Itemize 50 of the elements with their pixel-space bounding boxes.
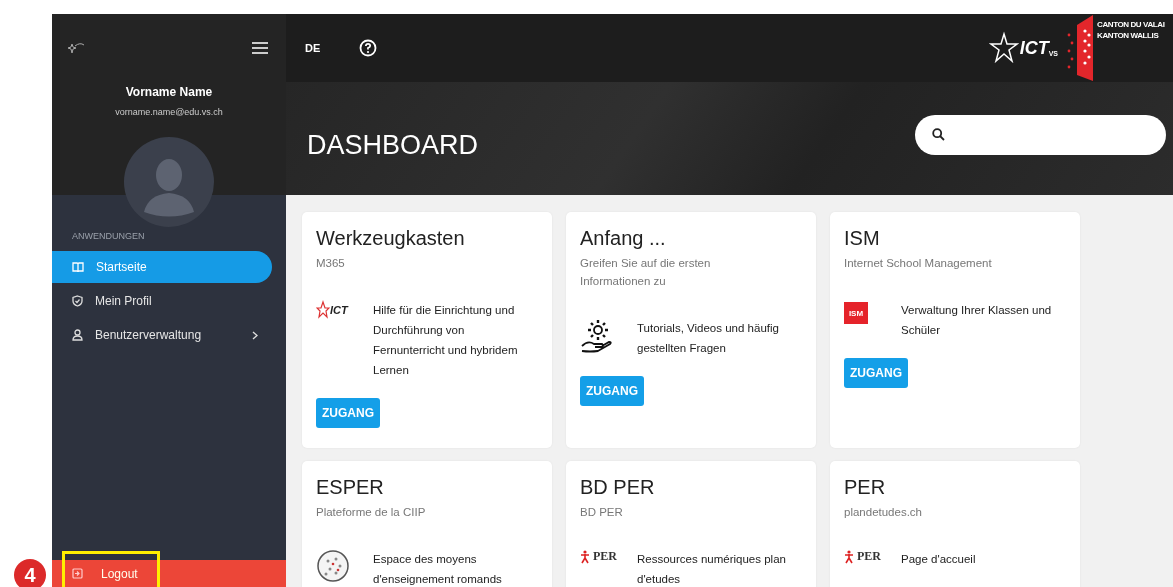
shield-icon xyxy=(72,295,83,307)
card-title: Anfang ... xyxy=(580,227,667,250)
menu-icon[interactable] xyxy=(252,42,268,54)
card-subtitle: Greifen Sie auf die ersten Informationen zu xyxy=(580,256,712,289)
user-email: vorname.name@edu.vs.ch xyxy=(115,107,223,117)
canton-name: KANTON WALLIS xyxy=(1097,30,1160,41)
user-icon xyxy=(72,329,83,341)
card-subtitle: M365 xyxy=(316,256,346,271)
section-label: ANWENDUNGEN xyxy=(71,231,146,241)
esper-logo-icon xyxy=(316,549,350,583)
card-subtitle: Internet School Management xyxy=(844,256,993,271)
logo-icon xyxy=(67,42,85,54)
search-icon xyxy=(932,128,945,141)
card-title: Werkzeugkasten xyxy=(316,227,466,250)
gear-hand-icon xyxy=(580,318,614,354)
avatar-icon xyxy=(124,137,214,227)
card-title: PER xyxy=(844,476,887,499)
user-name: Vorname Name xyxy=(125,85,213,99)
help-icon[interactable] xyxy=(359,39,378,57)
card-description: Ressources numériques plan d'etudes xyxy=(637,552,787,587)
card-description: Page d'accueil xyxy=(901,552,976,567)
ict-logo: ICT xyxy=(316,300,373,320)
logout-icon xyxy=(72,568,83,579)
card-title: ISM xyxy=(844,227,881,250)
card-subtitle: Plateforme de la CIIP xyxy=(316,505,427,520)
card-title: ESPER xyxy=(316,476,385,499)
per-logo: PER xyxy=(844,549,901,564)
logout-button[interactable]: Logout xyxy=(52,560,286,587)
ism-logo: ISM xyxy=(844,302,868,324)
card-subtitle: BD PER xyxy=(580,505,624,520)
nav-item[interactable]: Mein Profil xyxy=(52,285,272,317)
access-button[interactable]: ZUGANG xyxy=(580,376,644,406)
canton-name: CANTON DU VALAI xyxy=(1097,19,1166,30)
search-field[interactable] xyxy=(915,114,1166,155)
card-description: Tutorials, Videos und häufig gestellten Fragen xyxy=(637,321,780,356)
canton-flag-icon xyxy=(1065,15,1095,81)
nav-item[interactable]: Startseite xyxy=(52,251,272,283)
nav-item[interactable]: Benutzerverwaltung xyxy=(52,319,272,351)
access-button[interactable]: ZUGANG xyxy=(844,358,908,388)
card-subtitle: plandetudes.ch xyxy=(844,505,923,520)
language-button[interactable]: DE xyxy=(305,42,321,54)
per-logo: PER xyxy=(580,549,637,564)
card-title: BD PER xyxy=(580,476,656,499)
book-icon xyxy=(72,261,84,273)
card-description: Espace des moyens d'enseignement romands xyxy=(373,552,503,587)
page-title: DASHBOARD xyxy=(307,130,479,161)
card-description: Verwaltung Ihrer Klassen und Schüler xyxy=(901,303,1053,338)
access-button[interactable]: ZUGANG xyxy=(316,398,380,428)
card-description: Hilfe für die Einrichtung und Durchführung von Fernunterricht und hybridem Lernen xyxy=(373,303,519,378)
step-badge: 4 xyxy=(14,559,46,587)
